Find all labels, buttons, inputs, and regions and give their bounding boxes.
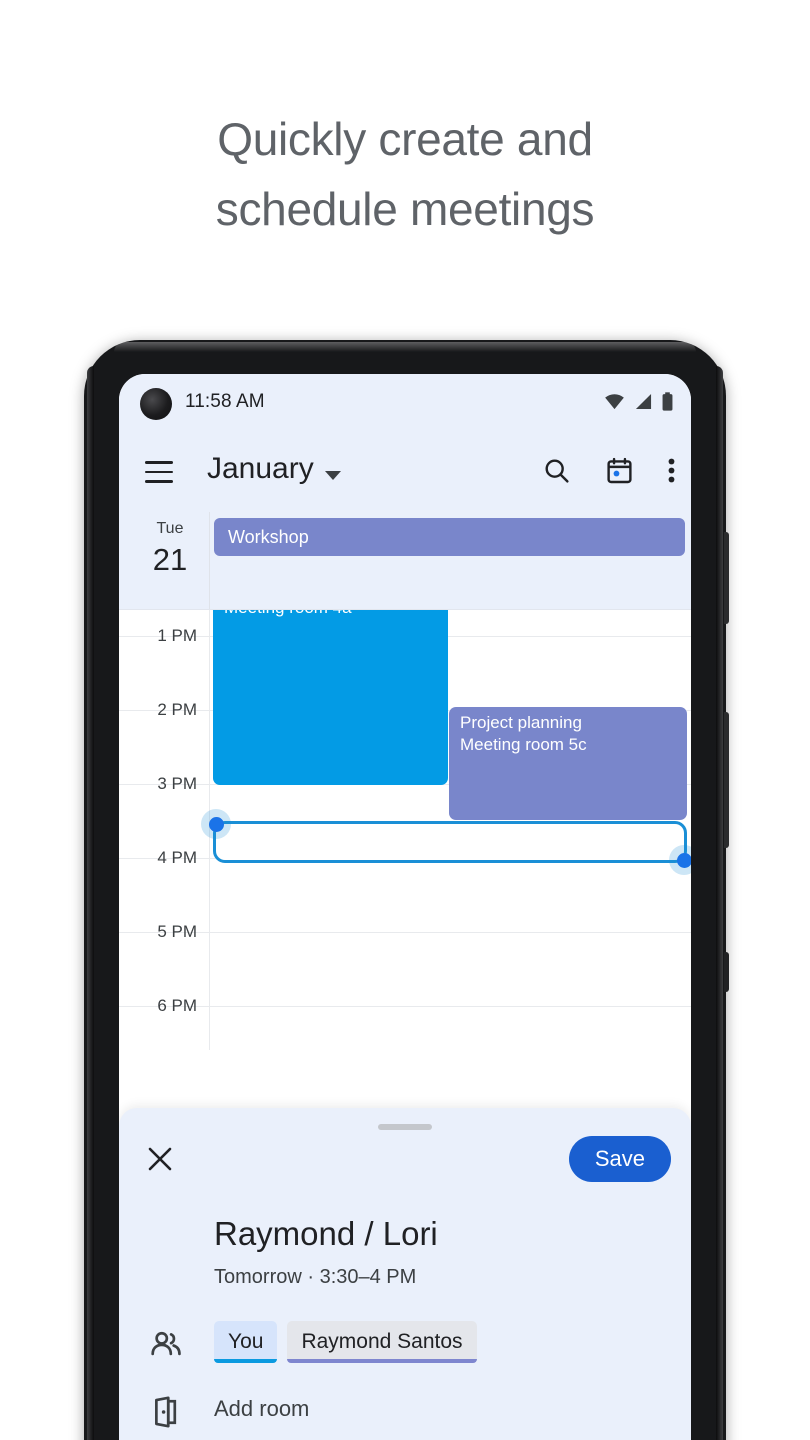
event-editor-bottom-sheet: Save Raymond / Lori Tomorrow · 3:30–4 PM… [119,1108,691,1440]
toolbar-month-title[interactable]: January [207,452,314,486]
event-meeting-room-4a[interactable]: Meeting room 4a [213,610,448,785]
app-toolbar: January [119,434,691,512]
all-day-divider [209,512,210,609]
power-button[interactable] [724,532,729,624]
event-project-planning[interactable]: Project planning Meeting room 5c [449,707,687,820]
resize-handle-start[interactable] [201,809,231,839]
resize-handle-end[interactable] [669,845,691,875]
hour-label-3pm: 3 PM [157,774,197,793]
close-icon[interactable] [145,1144,175,1174]
phone-bezel-right [716,366,723,1440]
page-title: Quickly create and schedule meetings [0,104,810,244]
guest-chip-you[interactable]: You [214,1321,278,1363]
headline-line-2: schedule meetings [215,183,595,235]
battery-icon [662,392,673,411]
phone-bezel-left [87,366,94,1440]
save-button[interactable]: Save [568,1136,671,1182]
guest-chip-raymond-santos[interactable]: Raymond Santos [287,1321,477,1363]
search-icon[interactable] [542,456,571,485]
hour-label-5pm: 5 PM [157,922,197,941]
headline-line-1: Quickly create and [217,113,593,165]
people-icon [151,1331,181,1356]
status-bar-icons [604,392,673,411]
add-room-row[interactable]: Add room [145,1389,675,1435]
status-bar: 11:58 AM [119,374,691,434]
hour-label-1pm: 1 PM [157,626,197,645]
all-day-event-workshop[interactable]: Workshop [214,518,685,556]
wifi-icon [605,394,624,410]
day-number-label[interactable]: 21 [139,542,201,578]
phone-bezel-top-highlight [114,342,696,352]
toolbar-actions [542,456,675,485]
hour-label-6pm: 6 PM [157,996,197,1015]
front-camera-punch-hole [140,388,172,420]
all-day-event-title: Workshop [228,526,309,547]
phone-device-frame: 11:58 AM January Tue 21 Workshop 1 PM 2 … [84,340,729,1440]
guests-row[interactable]: You Raymond Santos [145,1321,675,1367]
event-location: Meeting room 4a [224,610,438,619]
volume-button[interactable] [724,712,729,848]
event-location: Meeting room 5c [460,735,587,754]
day-weekday-label: Tue [156,520,184,537]
screenshot-root: Quickly create and schedule meetings 11:… [0,0,810,1440]
calendar-time-grid[interactable]: 1 PM 2 PM 3 PM 4 PM 5 PM 6 PM Meeting ro… [119,610,691,1050]
phone-screen: 11:58 AM January Tue 21 Workshop 1 PM 2 … [119,374,691,1440]
meeting-room-icon [155,1396,177,1428]
volume-button-lower[interactable] [724,952,729,992]
hour-label-2pm: 2 PM [157,700,197,719]
chevron-down-icon[interactable] [325,471,341,480]
calendar-today-icon[interactable] [605,456,634,485]
add-room-label: Add room [214,1396,310,1421]
event-title: Project planning [460,713,582,732]
guest-chip-list: You Raymond Santos [214,1321,477,1363]
status-bar-clock: 11:58 AM [185,391,265,412]
guest-chip-label: Raymond Santos [301,1330,463,1353]
all-day-header: Tue 21 Workshop [119,512,691,610]
sheet-drag-handle[interactable] [378,1124,432,1130]
hour-line-5pm [119,932,691,933]
event-datetime-label[interactable]: Tomorrow · 3:30–4 PM [214,1266,416,1289]
hour-label-4pm: 4 PM [157,848,197,867]
event-title-field[interactable]: Raymond / Lori [214,1215,438,1253]
hamburger-menu-icon[interactable] [145,461,173,483]
more-vert-icon[interactable] [668,457,675,484]
hour-line-6pm [119,1006,691,1007]
guest-chip-label: You [228,1330,264,1353]
new-event-selection-box[interactable] [201,809,691,875]
cell-signal-icon [635,393,652,410]
